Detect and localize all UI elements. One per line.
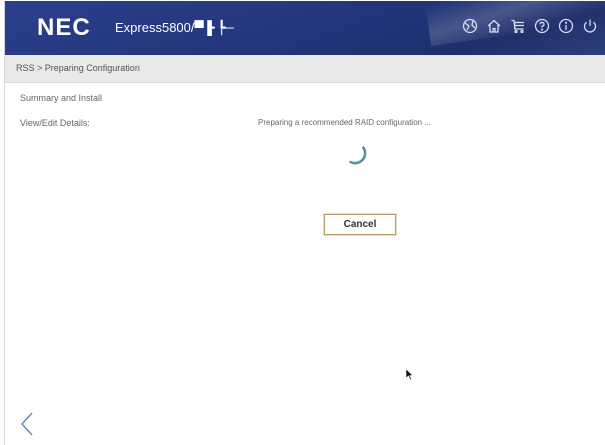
nav-view-edit-details[interactable]: View/Edit Details: [20, 118, 90, 128]
info-icon[interactable] [558, 18, 574, 34]
breadcrumb: RSS > Preparing Configuration [5, 55, 605, 83]
header-bar: NEC Express5800/▀▐╸┡─ [5, 1, 605, 55]
cart-icon[interactable] [510, 18, 526, 34]
home-icon[interactable] [486, 18, 502, 34]
loading-spinner-icon [348, 145, 372, 169]
mouse-pointer-icon [405, 368, 416, 381]
header-icons [462, 18, 598, 34]
back-arrow-icon[interactable] [19, 411, 35, 437]
app-frame: NEC Express5800/▀▐╸┡─ RSS > Preparing Co… [4, 1, 605, 445]
nec-logo: NEC [37, 14, 91, 41]
product-name: Express5800/▀▐╸┡─ [115, 20, 234, 36]
status-message: Preparing a recommended RAID configurati… [258, 118, 431, 127]
cancel-button[interactable]: Cancel [323, 213, 397, 236]
power-icon[interactable] [582, 18, 598, 34]
breadcrumb-text: RSS > Preparing Configuration [16, 63, 140, 73]
product-name-text: Express5800/ [115, 20, 195, 35]
globe-icon[interactable] [462, 18, 478, 34]
nav-summary-and-install[interactable]: Summary and Install [20, 93, 102, 103]
help-icon[interactable] [534, 18, 550, 34]
product-model-obscured: ▀▐╸┡─ [194, 20, 234, 35]
